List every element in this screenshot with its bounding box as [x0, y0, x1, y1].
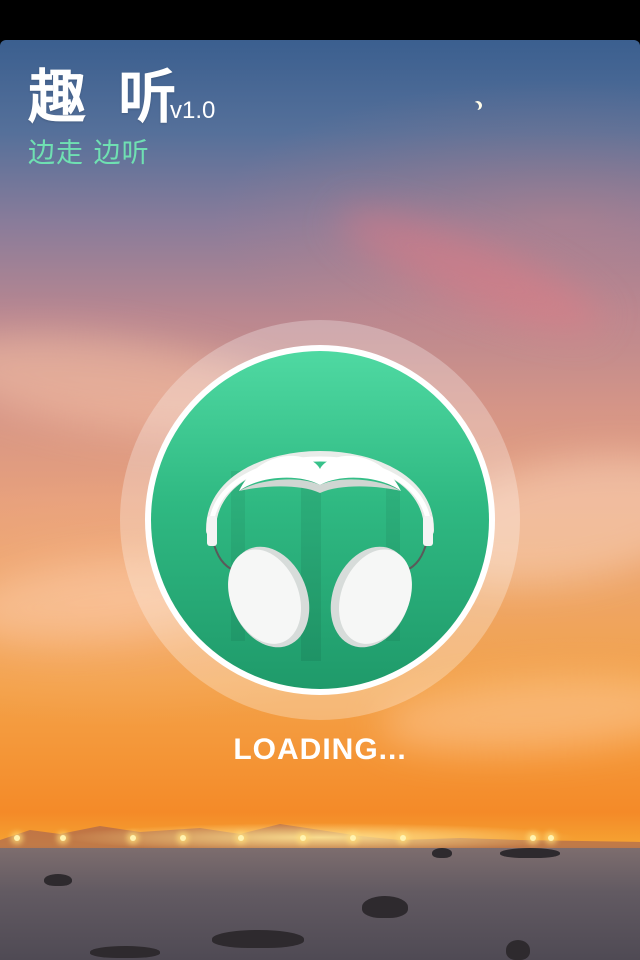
- sea-rock: [90, 946, 160, 958]
- city-light: [60, 835, 66, 841]
- city-light: [400, 835, 406, 841]
- city-light: [130, 835, 136, 841]
- moon-icon: [470, 102, 479, 111]
- sea-rock: [506, 940, 530, 960]
- city-lights: [0, 822, 640, 850]
- sea-rock: [432, 848, 452, 858]
- city-light: [548, 835, 554, 841]
- city-light: [530, 835, 536, 841]
- loading-label: LOADING...: [233, 733, 407, 766]
- city-light: [300, 835, 306, 841]
- app-logo: [145, 345, 495, 695]
- status-bar: [0, 0, 640, 40]
- sea-water: [0, 848, 640, 960]
- headphones-icon: [205, 451, 435, 661]
- logo-disc: [151, 351, 489, 689]
- sea-rock: [212, 930, 304, 948]
- city-light: [350, 835, 356, 841]
- city-light: [180, 835, 186, 841]
- city-light: [238, 835, 244, 841]
- app-slogan: 边走 边听: [28, 138, 150, 169]
- splash-screen: 趣 听 v1.0 边走 边听 LOADING...: [0, 40, 640, 960]
- sea-rock: [362, 896, 408, 918]
- app-title: 趣 听: [28, 63, 183, 131]
- app-version: v1.0: [170, 97, 216, 124]
- sea-rock: [500, 848, 560, 858]
- city-light: [14, 835, 20, 841]
- sea-rock: [44, 874, 72, 886]
